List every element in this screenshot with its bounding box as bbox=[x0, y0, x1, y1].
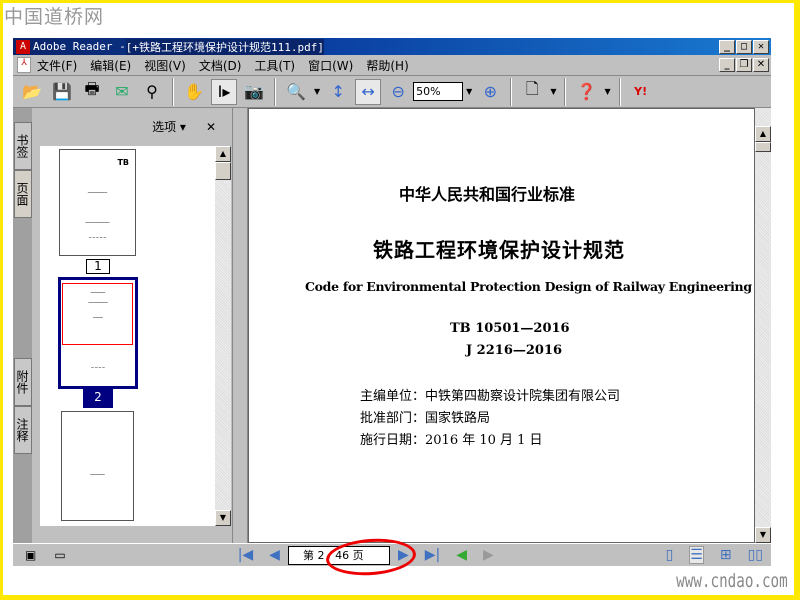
doc-minimize-button[interactable]: _ bbox=[719, 58, 735, 72]
window-title-app: Adobe Reader - bbox=[33, 40, 126, 53]
scroll-up-button[interactable]: ▲ bbox=[215, 146, 231, 162]
menu-tools[interactable]: 工具(T) bbox=[254, 57, 295, 74]
maximize-button[interactable]: □ bbox=[736, 39, 752, 54]
zoom-in-icon[interactable]: ⊕ bbox=[477, 79, 503, 105]
tab-pages[interactable]: 页面 bbox=[14, 170, 32, 218]
adobe-app-icon: A bbox=[16, 39, 30, 54]
watermark-top: 中国道桥网 bbox=[4, 6, 105, 28]
continuous-facing-icon[interactable]: ▯▯ bbox=[748, 547, 763, 563]
save-icon[interactable]: 💾 bbox=[49, 79, 75, 105]
facing-icon[interactable]: ⊞ bbox=[720, 547, 732, 563]
first-page-icon[interactable]: |◀ bbox=[238, 547, 253, 563]
menu-bar: ⅄ 文件(F) 编辑(E) 视图(V) 文档(D) 工具(T) 窗口(W) 帮助… bbox=[13, 55, 771, 76]
adobe-reader-window: A Adobe Reader - [+铁路工程环境保护设计规范111.pdf] … bbox=[13, 38, 771, 566]
tab-attachments[interactable]: 附件 bbox=[14, 358, 32, 406]
pages-panel: 选项 ▾ ✕ TB ━━━━━━━━ ━━━━━━━━━━ ━ ━ ━ ━ ━ 1 ━… bbox=[32, 108, 232, 543]
zoom-dropdown-icon[interactable]: ▼ bbox=[466, 87, 472, 96]
toolbar: 📂 💾 🖶 ✉ ⚲ ✋ I▸ 📷 🔍 ▼ ↕ ↔ ⊖ 50% ▼ ⊕ 🗋 ▼ ❓ ▼ Y… bbox=[13, 76, 771, 108]
thumbnails-scrollbar[interactable]: ▲ ▼ bbox=[215, 146, 231, 526]
zoom-out-icon[interactable]: ⊖ bbox=[385, 79, 411, 105]
continuous-icon[interactable]: ☰ bbox=[689, 546, 704, 564]
last-page-icon[interactable]: ▶| bbox=[425, 547, 440, 563]
doc-effective-date: 施行日期：2016 年 10 月 1 日 bbox=[360, 433, 543, 448]
snapshot-camera-icon[interactable]: 📷 bbox=[241, 79, 267, 105]
search-binoculars-icon[interactable]: ⚲ bbox=[139, 79, 165, 105]
page-thumbnail-3[interactable]: ━━━━━━ bbox=[61, 411, 134, 521]
document-scrollbar[interactable]: ▲ ▼ bbox=[755, 108, 771, 543]
scroll-up-button[interactable]: ▲ bbox=[755, 126, 771, 142]
menu-help[interactable]: 帮助(H) bbox=[366, 57, 408, 74]
page-thumbnail-2[interactable]: ━━━━━━ ━━━━━━━━ ━━━━ ━ ━ ━ ━ bbox=[58, 277, 138, 389]
doc-code-tb: TB 10501—2016 bbox=[450, 321, 570, 336]
menu-window[interactable]: 窗口(W) bbox=[308, 57, 353, 74]
pdf-document-icon[interactable]: ⅄ bbox=[17, 57, 31, 73]
tab-comments[interactable]: 注释 bbox=[14, 406, 32, 454]
zoom-in-tool-icon[interactable]: 🔍 bbox=[283, 79, 309, 105]
doc-code-j: J 2216—2016 bbox=[466, 343, 563, 358]
chevron-down-icon[interactable]: ▼ bbox=[314, 87, 320, 96]
page-thumbnail-1[interactable]: TB ━━━━━━━━ ━━━━━━━━━━ ━ ━ ━ ━ ━ bbox=[59, 149, 136, 256]
tab-bookmarks[interactable]: 书签 bbox=[14, 122, 32, 170]
close-button[interactable]: ✕ bbox=[753, 39, 769, 54]
menu-edit[interactable]: 编辑(E) bbox=[90, 57, 131, 74]
doc-title-english: Code for Environmental Protection Design… bbox=[305, 279, 752, 294]
chevron-down-icon[interactable]: ▼ bbox=[550, 87, 556, 96]
doc-chief-editor: 主编单位：中铁第四勘察设计院集团有限公司 bbox=[360, 389, 621, 404]
doc-close-button[interactable]: ✕ bbox=[753, 58, 769, 72]
zoom-level-input[interactable]: 50% bbox=[413, 82, 464, 101]
doc-approval-dept: 批准部门：国家铁路局 bbox=[360, 411, 491, 426]
hand-tool-icon[interactable]: ✋ bbox=[181, 79, 207, 105]
scroll-down-button[interactable]: ▼ bbox=[755, 527, 771, 543]
minimize-button[interactable]: _ bbox=[719, 39, 735, 54]
watermark-bottom: www.cndao.com bbox=[676, 570, 788, 592]
go-forward-icon[interactable]: ▶ bbox=[483, 547, 494, 563]
fit-width-icon[interactable]: ↔ bbox=[355, 78, 382, 105]
window-title-file: [+铁路工程环境保护设计规范111.pdf] bbox=[125, 38, 324, 55]
fit-page-icon[interactable]: ↕ bbox=[325, 79, 351, 105]
print-icon[interactable]: 🖶 bbox=[79, 79, 105, 105]
menu-document[interactable]: 文档(D) bbox=[199, 57, 242, 74]
panel-splitter[interactable] bbox=[232, 108, 248, 543]
page-label-1: 1 bbox=[86, 259, 110, 274]
page-label-2: 2 bbox=[83, 387, 113, 408]
email-icon[interactable]: ✉ bbox=[109, 79, 135, 105]
page-thumbnails: TB ━━━━━━━━ ━━━━━━━━━━ ━ ━ ━ ━ ━ 1 ━━━━━━ ━… bbox=[40, 146, 215, 526]
scroll-thumb[interactable] bbox=[215, 162, 231, 180]
doc-title: 铁路工程环境保护设计规范 bbox=[373, 238, 625, 262]
select-text-tool-icon[interactable]: I▸ bbox=[211, 78, 237, 105]
chevron-down-icon[interactable]: ▼ bbox=[604, 87, 610, 96]
doc-restore-button[interactable]: ❐ bbox=[736, 58, 752, 72]
page-size-icon[interactable]: ▭ bbox=[54, 548, 65, 562]
menu-file[interactable]: 文件(F) bbox=[37, 57, 77, 74]
navigation-tabs: 书签 页面 附件 注释 bbox=[13, 108, 32, 543]
options-menu[interactable]: 选项 ▾ bbox=[152, 118, 186, 135]
scroll-down-button[interactable]: ▼ bbox=[215, 510, 231, 526]
open-icon[interactable]: 📂 bbox=[19, 79, 45, 105]
menu-view[interactable]: 视图(V) bbox=[144, 57, 186, 74]
go-back-icon[interactable]: ◀ bbox=[456, 547, 467, 563]
monitor-icon[interactable]: ▣ bbox=[25, 548, 36, 562]
scroll-thumb[interactable] bbox=[755, 142, 771, 152]
panel-close-icon[interactable]: ✕ bbox=[206, 120, 216, 134]
doc-standard-type: 中华人民共和国行业标准 bbox=[399, 185, 576, 204]
document-view: 中华人民共和国行业标准 铁路工程环境保护设计规范 Code for Enviro… bbox=[248, 108, 755, 543]
single-page-icon[interactable]: ▯ bbox=[666, 547, 674, 563]
yahoo-search-icon[interactable]: Y! bbox=[628, 79, 654, 105]
previous-page-icon[interactable]: ◀ bbox=[269, 547, 280, 563]
help-icon[interactable]: ❓ bbox=[573, 79, 599, 105]
title-bar: A Adobe Reader - [+铁路工程环境保护设计规范111.pdf] … bbox=[13, 38, 771, 55]
rotate-pages-icon[interactable]: 🗋 bbox=[519, 79, 545, 105]
